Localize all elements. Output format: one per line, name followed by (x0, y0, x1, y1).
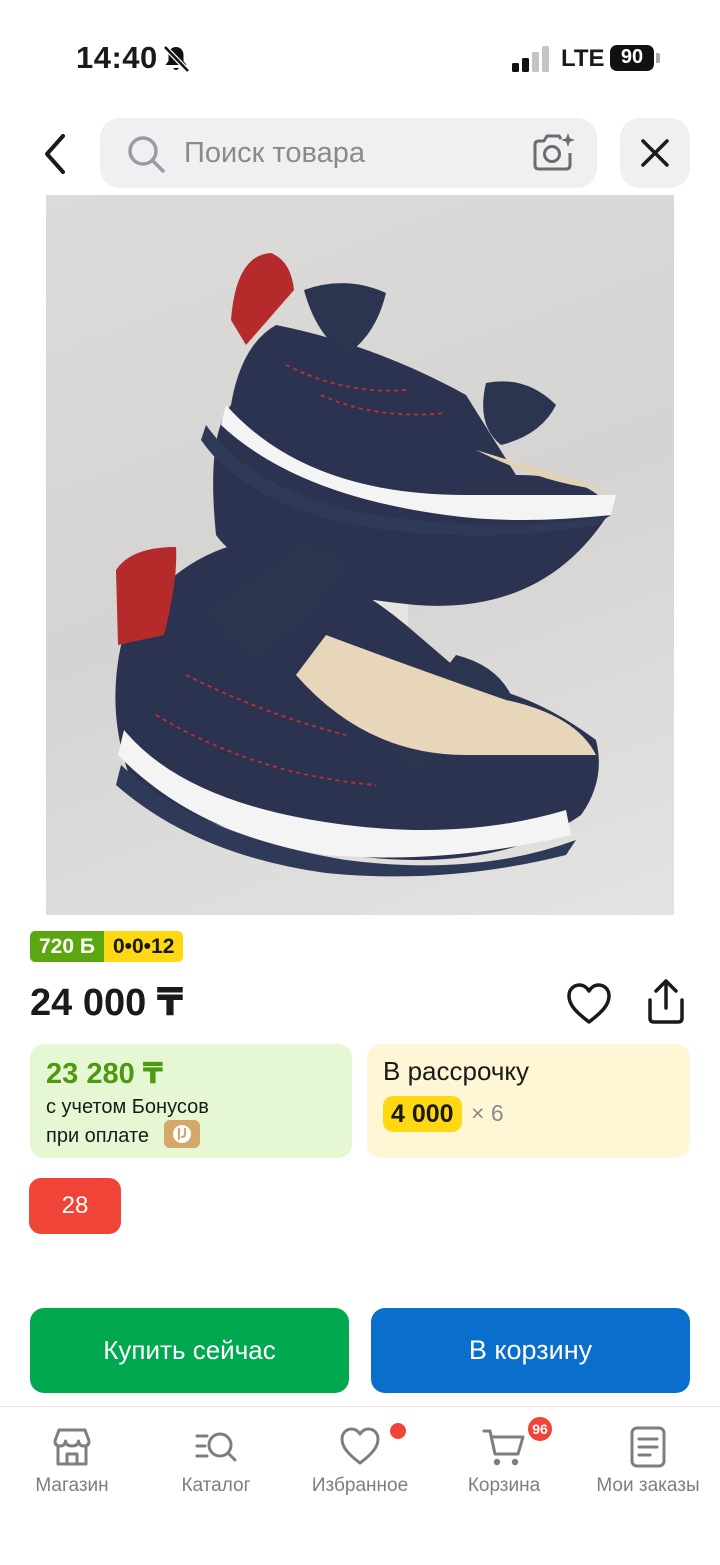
bottom-navigation: Магазин Каталог Избранное Корзина Мои за… (0, 1406, 720, 1565)
bonus-price-card[interactable]: 23 280 ₸ с учетом Бонусов при оплате (30, 1044, 352, 1158)
bonus-payment-caption: при оплате (46, 1125, 150, 1147)
camera-search-icon[interactable] (530, 131, 576, 173)
search-box[interactable] (100, 118, 597, 188)
chevron-left-icon (45, 134, 65, 174)
catalog-icon (195, 1432, 237, 1462)
network-label: LTE (561, 45, 605, 72)
share-icon[interactable] (642, 978, 690, 1026)
battery-indicator: 90 (610, 45, 660, 71)
signal-icon (512, 46, 549, 72)
add-to-cart-button[interactable]: В корзину (371, 1308, 690, 1393)
battery-level: 90 (620, 46, 644, 68)
status-bar: 14:40 LTE 90 (0, 0, 720, 110)
payment-method-icon (164, 1120, 200, 1148)
bonus-caption: с учетом Бонусов (46, 1096, 209, 1118)
battery-tip (656, 53, 660, 63)
nav-item-favorites[interactable]: Избранное (288, 1407, 432, 1527)
status-time: 14:40 (76, 40, 158, 75)
cart-count-badge: 96 (526, 1415, 554, 1443)
installment-title: В рассрочку (383, 1056, 530, 1086)
nav-label-orders: Мои заказы (596, 1475, 700, 1496)
search-icon (128, 136, 165, 173)
bonus-price: 23 280 ₸ (46, 1058, 163, 1090)
back-button[interactable] (30, 128, 80, 180)
nav-item-orders[interactable]: Мои заказы (576, 1407, 720, 1527)
wallet-icon (173, 1125, 191, 1143)
favorites-notification-dot (390, 1423, 406, 1439)
heart-icon (340, 1427, 380, 1465)
orders-icon (630, 1426, 666, 1468)
heart-icon[interactable] (566, 982, 612, 1026)
nav-item-store[interactable]: Магазин (0, 1407, 144, 1527)
product-price: 24 000 ₸ (30, 982, 184, 1024)
installment-card[interactable]: В рассрочку 4 000 × 6 (367, 1044, 690, 1158)
product-image[interactable] (46, 195, 674, 915)
close-icon (641, 139, 669, 167)
installment-amount: 4 000 (383, 1096, 462, 1132)
nav-label-catalog: Каталог (181, 1475, 251, 1496)
installment-badge: 0•0•12 (103, 931, 184, 962)
nav-item-cart[interactable]: Корзина (432, 1407, 576, 1527)
nav-label-cart: Корзина (467, 1475, 541, 1496)
size-chip[interactable]: 28 (29, 1178, 121, 1234)
close-button[interactable] (620, 118, 690, 188)
promo-badges: 720 Б 0•0•12 (30, 931, 184, 962)
sandals-photo-icon (115, 253, 616, 877)
bonus-badge: 720 Б (30, 931, 104, 962)
search-input[interactable] (184, 118, 514, 188)
nav-item-catalog[interactable]: Каталог (144, 1407, 288, 1527)
installment-months: × 6 (471, 1100, 504, 1126)
bell-off-icon (163, 45, 190, 73)
store-icon (53, 1428, 91, 1466)
buy-now-button[interactable]: Купить сейчас (30, 1308, 349, 1393)
cart-icon (482, 1429, 525, 1466)
nav-label-favorites: Избранное (311, 1475, 409, 1496)
nav-label-store: Магазин (35, 1475, 109, 1496)
